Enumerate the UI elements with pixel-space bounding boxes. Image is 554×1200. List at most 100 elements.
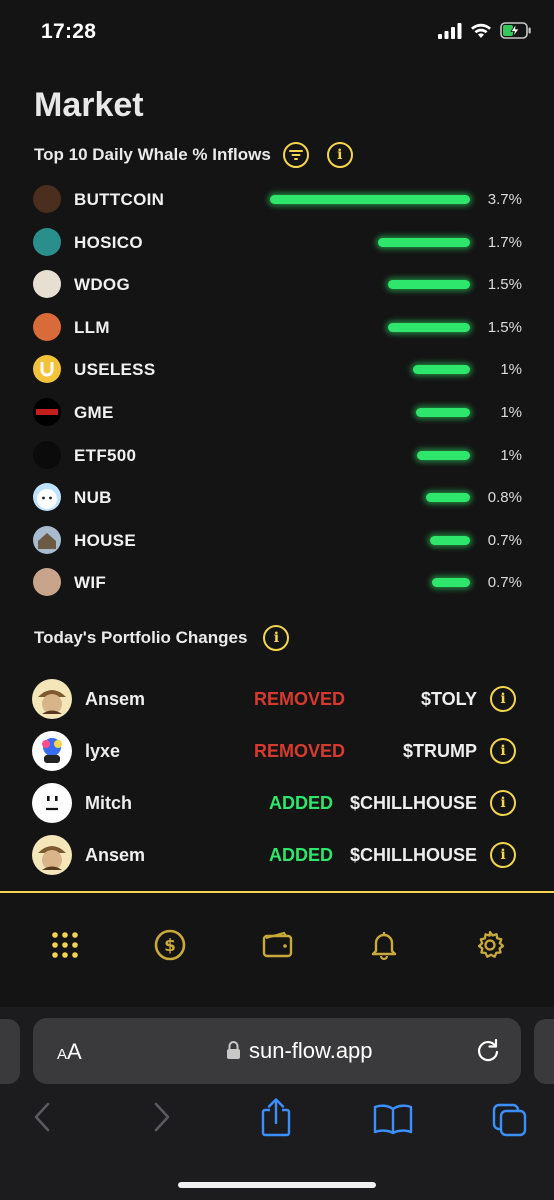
token-avatar [33, 483, 61, 512]
user-avatar [32, 783, 72, 823]
page-title: Market [34, 86, 144, 124]
address-bar[interactable]: AA sun-flow.app [33, 1018, 521, 1084]
inflow-percent: 1.7% [487, 233, 522, 251]
nav-bell-icon[interactable] [368, 929, 400, 961]
previous-tab-preview[interactable] [0, 1019, 20, 1084]
inflow-percent: 0.7% [487, 531, 522, 549]
bookmarks-icon[interactable] [373, 1103, 413, 1135]
status-time: 17:28 [41, 20, 97, 43]
inflow-row[interactable]: HOUSE 0.7% [0, 519, 554, 561]
inflow-bar [432, 578, 470, 588]
user-avatar [32, 679, 72, 719]
svg-text:$: $ [164, 936, 176, 956]
inflows-heading: Top 10 Daily Whale % Inflows [34, 145, 271, 164]
inflow-percent: 0.7% [487, 574, 522, 592]
token-name: ETF500 [74, 445, 137, 465]
nav-gear-icon[interactable] [474, 929, 506, 961]
user-avatar [32, 835, 72, 875]
nav-grid-icon[interactable] [49, 929, 81, 961]
token-name: LLM [74, 317, 110, 337]
share-icon[interactable] [259, 1097, 293, 1137]
token-name: HOSICO [74, 232, 143, 252]
inflow-percent: 1.5% [487, 276, 522, 294]
portfolio-change-row[interactable]: lyxe REMOVED $TRUMP i [0, 725, 554, 775]
inflow-bar [270, 195, 470, 204]
reload-icon[interactable] [475, 1037, 501, 1063]
portfolio-change-row[interactable]: Ansem REMOVED $TOLY i [0, 673, 554, 723]
next-tab-preview[interactable] [534, 1019, 554, 1084]
nav-dollar-icon[interactable]: $ [154, 929, 186, 961]
portfolio-change-row[interactable]: Mitch ADDED $CHILLHOUSE i [0, 777, 554, 827]
inflow-bar [417, 450, 470, 460]
forward-icon[interactable] [150, 1101, 172, 1133]
token-avatar [33, 398, 61, 426]
token-avatar [33, 312, 61, 341]
changes-heading: Today's Portfolio Changes [34, 628, 248, 647]
changes-header: Today's Portfolio Changes i [34, 625, 290, 651]
token-avatar [33, 355, 61, 384]
inflow-row[interactable]: BUTTCOIN 3.7% [0, 178, 554, 220]
inflow-bar [416, 408, 470, 417]
info-icon[interactable]: i [490, 842, 516, 868]
inflow-bar [388, 322, 470, 332]
inflow-bar [426, 493, 470, 503]
inflow-bar [413, 365, 470, 375]
tabs-icon[interactable] [492, 1103, 528, 1137]
inflow-row[interactable]: GME 1% [0, 391, 554, 433]
token-avatar [33, 568, 61, 597]
bottom-nav: $ [0, 893, 554, 1007]
inflow-bar [378, 237, 470, 247]
token-avatar [33, 440, 61, 469]
inflows-header: Top 10 Daily Whale % Inflows i [34, 142, 353, 168]
nav-wallet-icon[interactable] [262, 929, 294, 961]
inflow-percent: 0.8% [487, 489, 522, 507]
token-name: WDOG [74, 275, 130, 295]
inflow-row[interactable]: WIF 0.7% [0, 561, 554, 603]
user-name: lyxe [85, 741, 121, 761]
inflow-percent: 1% [500, 446, 522, 464]
inflow-row[interactable]: HOSICO 1.7% [0, 221, 554, 263]
inflow-percent: 1.5% [487, 318, 522, 336]
token-avatar [33, 185, 61, 213]
inflow-row[interactable]: LLM 1.5% [0, 306, 554, 348]
inflow-percent: 3.7% [487, 191, 522, 208]
inflow-row[interactable]: USELESS 1% [0, 348, 554, 390]
token-avatar [33, 525, 61, 554]
user-name: Ansem [85, 689, 146, 709]
filter-icon[interactable] [282, 142, 309, 168]
lock-icon [227, 1041, 240, 1059]
status-icons [438, 22, 532, 39]
user-name: Ansem [85, 845, 146, 865]
info-icon[interactable]: i [490, 790, 516, 816]
info-icon[interactable]: i [490, 738, 516, 764]
inflow-bar [388, 280, 470, 290]
token-symbol: $CHILLHOUSE [349, 845, 477, 865]
reader-options-button[interactable]: AA [57, 1039, 82, 1065]
inflow-row[interactable]: WDOG 1.5% [0, 263, 554, 305]
info-icon[interactable]: i [326, 142, 353, 168]
back-icon[interactable] [32, 1101, 54, 1133]
inflow-row[interactable]: ETF500 1% [0, 434, 554, 476]
token-avatar [33, 227, 61, 256]
browser-toolbar: AA sun-flow.app [0, 1007, 554, 1200]
inflow-row[interactable]: NUB 0.8% [0, 476, 554, 518]
inflow-bar [430, 535, 470, 545]
info-icon[interactable]: i [263, 625, 290, 651]
status-bar: 17:28 [0, 0, 554, 66]
token-name: BUTTCOIN [74, 190, 165, 209]
portfolio-change-row[interactable]: Ansem ADDED $CHILLHOUSE i [0, 829, 554, 879]
token-symbol: $TOLY [420, 689, 477, 709]
cellular-signal-icon [438, 22, 462, 39]
token-symbol: $CHILLHOUSE [349, 793, 477, 813]
wifi-icon [471, 23, 491, 38]
home-indicator [178, 1182, 376, 1188]
battery-charging-icon [500, 22, 531, 39]
info-icon[interactable]: i [490, 686, 516, 712]
url-text: sun-flow.app [249, 1038, 373, 1063]
token-name: WIF [74, 573, 107, 593]
token-name: NUB [74, 488, 112, 508]
token-name: GME [74, 403, 114, 422]
token-name: USELESS [74, 360, 156, 380]
inflow-percent: 1% [500, 404, 522, 421]
token-symbol: $TRUMP [402, 741, 477, 761]
